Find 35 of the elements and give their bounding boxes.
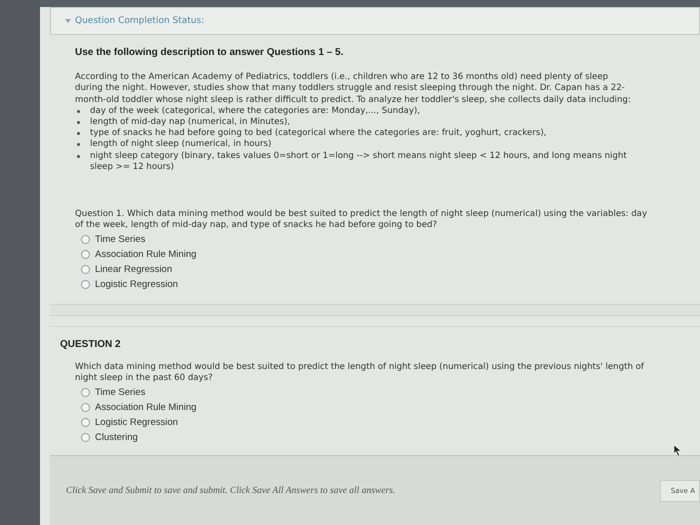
answer-option[interactable]: Clustering xyxy=(81,432,650,444)
collapse-triangle-icon[interactable] xyxy=(65,18,71,24)
bullet-icon xyxy=(77,154,80,158)
footer-instructions: Click Save and Submit to save and submit. Click Save All Answers to save all answers. xyxy=(66,486,396,496)
radio-button[interactable] xyxy=(81,418,90,428)
bullet-icon xyxy=(77,110,80,113)
answer-option[interactable]: Logistic Regression xyxy=(81,279,650,290)
answer-option[interactable]: Time Series xyxy=(81,234,650,246)
list-item-text: length of night sleep (numerical, in hours) xyxy=(90,139,272,151)
answer-option[interactable]: Logistic Regression xyxy=(81,417,650,428)
bullet-icon xyxy=(77,121,80,124)
description-heading: Use the following description to answer Questions 1 – 5. xyxy=(75,47,344,58)
radio-button[interactable] xyxy=(81,265,90,274)
list-item-text: length of mid-day nap (numerical, in Minutes), xyxy=(90,117,290,128)
radio-button[interactable] xyxy=(81,250,90,260)
description-paragraph: According to the American Academy of Pediatrics, toddlers (i.e., children who are 12 to 36 months old) need plenty of sleep during the night. However, studies show that many toddlers struggle and resist sleeping through the night. Dr. Capan has a 22-month-old toddler whose night sleep is rather difficult to predict. To analyze her toddler's sleep, she collects daily data including: xyxy=(75,72,632,106)
list-item-text: night sleep category (binary, takes values 0=short or 1=long --> short means night sleep < 12 hours, and long means night sleep >= 12 hours) xyxy=(90,150,628,174)
question-text: Question 1. Which data mining method would be best suited to predict the length of night sleep (numerical) using the variables: day of the week, length of mid-day nap, and type of snacks he had before going to bed? xyxy=(75,209,648,232)
bullet-icon xyxy=(77,143,80,146)
answer-option[interactable]: Association Rule Mining xyxy=(81,402,650,414)
answer-option[interactable]: Association Rule Mining xyxy=(81,249,650,260)
radio-button[interactable] xyxy=(81,433,90,442)
question-title: QUESTION 2 xyxy=(60,338,122,350)
radio-button[interactable] xyxy=(81,235,90,244)
list-item-text: type of snacks he had before going to bed (categorical where the categories are: fruit, yoghurt, crackers), xyxy=(90,128,546,140)
radio-button[interactable] xyxy=(81,403,90,412)
radio-button[interactable] xyxy=(81,388,90,398)
bullet-icon xyxy=(77,132,80,136)
status-label: Question Completion Status: xyxy=(75,16,204,26)
radio-button[interactable] xyxy=(81,280,90,290)
mouse-pointer-icon xyxy=(673,444,682,458)
answer-option[interactable]: Linear Regression xyxy=(81,264,650,276)
list-item-text: day of the week (categorical, where the categories are: Monday,..., Sunday), xyxy=(90,106,420,118)
answer-option[interactable]: Time Series xyxy=(81,387,650,398)
question-text: Which data mining method would be best suited to predict the length of night sleep (numerical) using the previous nights' length of night sleep in the past 60 days? xyxy=(75,362,645,384)
